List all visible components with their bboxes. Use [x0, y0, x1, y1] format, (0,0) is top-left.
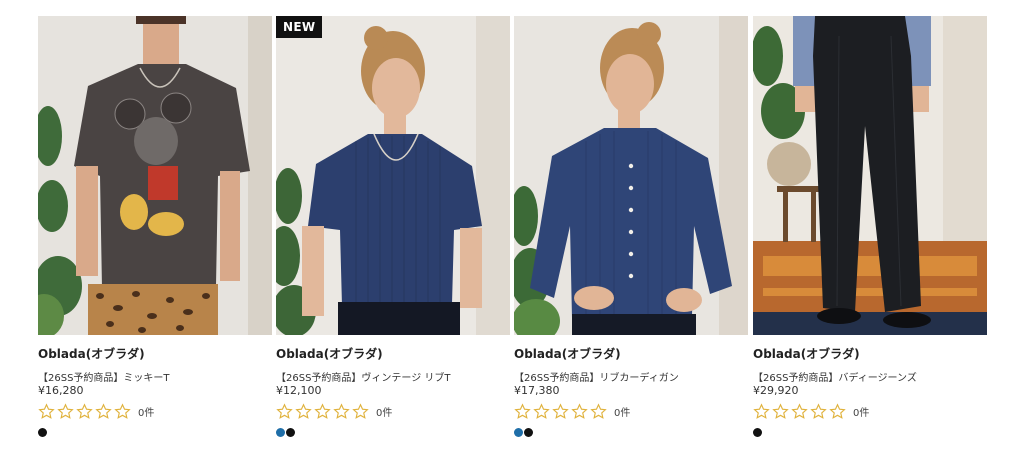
color-swatch[interactable] — [753, 428, 762, 437]
product-price: ¥16,280 — [38, 384, 84, 397]
rating: 0件 — [38, 402, 154, 420]
product-title[interactable]: 【26SS予約商品】リブカーディガン — [514, 369, 679, 384]
rating: 0件 — [753, 402, 869, 420]
product-title[interactable]: 【26SS予約商品】ヴィンテージ リブT — [276, 369, 451, 384]
product-price: ¥12,100 — [276, 384, 322, 397]
star-outline-icon — [95, 402, 112, 419]
color-swatches — [276, 428, 296, 437]
color-swatch[interactable] — [524, 428, 533, 437]
star-outline-icon — [76, 402, 93, 419]
review-count: 0件 — [376, 407, 393, 419]
star-outline-icon — [552, 402, 569, 419]
star-outline-icon — [514, 402, 531, 419]
product-card[interactable]: Oblada(オブラダ) 【26SS予約商品】バディージーンズ ¥29,920 … — [753, 16, 987, 446]
product-image[interactable]: NEW — [276, 16, 510, 335]
star-outline-icon — [38, 402, 55, 419]
product-card[interactable]: NEW Oblada(オブラダ) 【26SS予約商品】ヴィンテージ リブT ¥1… — [276, 16, 510, 446]
product-brand[interactable]: Oblada(オブラダ) — [514, 345, 621, 362]
star-outline-icon — [295, 402, 312, 419]
product-card[interactable]: Oblada(オブラダ) 【26SS予約商品】リブカーディガン ¥17,380 … — [514, 16, 748, 446]
star-outline-icon — [829, 402, 846, 419]
star-outline-icon — [57, 402, 74, 419]
star-outline-icon — [810, 402, 827, 419]
product-image[interactable] — [753, 16, 987, 335]
star-outline-icon — [276, 402, 293, 419]
star-outline-icon — [333, 402, 350, 419]
color-swatch[interactable] — [38, 428, 47, 437]
star-outline-icon — [314, 402, 331, 419]
color-swatch[interactable] — [514, 428, 523, 437]
rating: 0件 — [514, 402, 630, 420]
star-outline-icon — [590, 402, 607, 419]
product-title[interactable]: 【26SS予約商品】ミッキーT — [38, 369, 170, 384]
star-outline-icon — [533, 402, 550, 419]
color-swatches — [38, 428, 48, 437]
product-brand[interactable]: Oblada(オブラダ) — [276, 345, 383, 362]
product-title[interactable]: 【26SS予約商品】バディージーンズ — [753, 369, 917, 384]
color-swatch[interactable] — [276, 428, 285, 437]
product-brand[interactable]: Oblada(オブラダ) — [38, 345, 145, 362]
product-card[interactable]: Oblada(オブラダ) 【26SS予約商品】ミッキーT ¥16,280 0件 — [38, 16, 272, 446]
review-count: 0件 — [138, 407, 155, 419]
star-outline-icon — [791, 402, 808, 419]
star-outline-icon — [352, 402, 369, 419]
review-count: 0件 — [614, 407, 631, 419]
color-swatches — [514, 428, 534, 437]
product-image[interactable] — [38, 16, 272, 335]
new-badge: NEW — [276, 16, 323, 38]
product-image[interactable] — [514, 16, 748, 335]
star-outline-icon — [571, 402, 588, 419]
product-grid: Oblada(オブラダ) 【26SS予約商品】ミッキーT ¥16,280 0件 — [38, 16, 988, 446]
review-count: 0件 — [853, 407, 870, 419]
color-swatches — [753, 428, 763, 437]
color-swatch[interactable] — [286, 428, 295, 437]
product-brand[interactable]: Oblada(オブラダ) — [753, 345, 860, 362]
product-price: ¥29,920 — [753, 384, 799, 397]
star-outline-icon — [772, 402, 789, 419]
star-outline-icon — [114, 402, 131, 419]
rating: 0件 — [276, 402, 392, 420]
product-price: ¥17,380 — [514, 384, 560, 397]
star-outline-icon — [753, 402, 770, 419]
